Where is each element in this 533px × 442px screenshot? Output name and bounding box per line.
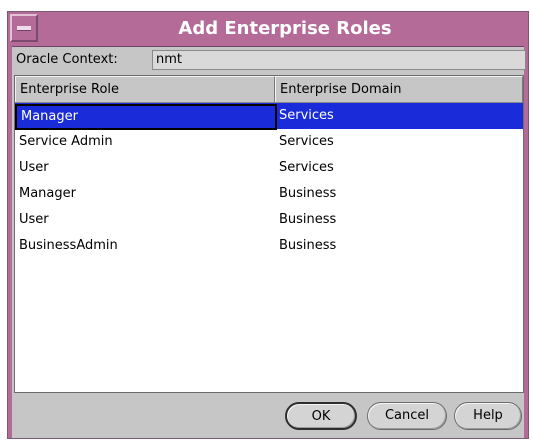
oracle-context-label: Oracle Context: — [16, 52, 118, 67]
oracle-context-row: Oracle Context: nmt — [14, 49, 526, 73]
domain-cell: Business — [279, 238, 337, 253]
table-row[interactable]: Manager Business — [15, 181, 523, 207]
oracle-context-field[interactable]: nmt — [152, 50, 526, 70]
column-header-enterprise-role[interactable]: Enterprise Role — [15, 76, 275, 102]
table-body: Manager Services Service Admin Services … — [15, 103, 523, 259]
title-bar[interactable]: Add Enterprise Roles — [8, 12, 528, 47]
table-row[interactable]: User Services — [15, 155, 523, 181]
enterprise-roles-table: Enterprise Role Enterprise Domain Manage… — [14, 75, 524, 393]
cancel-button[interactable]: Cancel — [367, 402, 447, 430]
help-button[interactable]: Help — [454, 402, 522, 430]
domain-cell: Business — [279, 186, 337, 201]
role-cell: Manager — [19, 186, 76, 201]
table-row[interactable]: BusinessAdmin Business — [15, 233, 523, 259]
column-header-enterprise-domain[interactable]: Enterprise Domain — [275, 76, 523, 102]
window-frame-right[interactable] — [524, 46, 528, 438]
table-row[interactable]: Manager Services — [15, 103, 523, 130]
table-header: Enterprise Role Enterprise Domain — [15, 76, 523, 103]
role-cell: Manager — [15, 104, 277, 130]
dialog-title: Add Enterprise Roles — [178, 18, 392, 39]
table-row[interactable]: Service Admin Services — [15, 129, 523, 155]
table-row[interactable]: User Business — [15, 207, 523, 233]
role-cell: User — [19, 212, 49, 227]
domain-cell: Business — [279, 212, 337, 227]
add-enterprise-roles-dialog: Add Enterprise Roles Oracle Context: nmt… — [7, 11, 529, 439]
domain-cell: Services — [279, 108, 334, 123]
domain-cell: Services — [279, 160, 334, 175]
window-menu-bar — [17, 26, 31, 31]
role-cell: BusinessAdmin — [19, 238, 118, 253]
window-frame-left[interactable] — [8, 46, 12, 438]
ok-button[interactable]: OK — [285, 402, 357, 430]
role-cell: Service Admin — [19, 134, 113, 149]
window-menu-icon[interactable] — [10, 14, 38, 42]
domain-cell: Services — [279, 134, 334, 149]
button-bar: OK Cancel Help — [14, 396, 524, 436]
role-cell: User — [19, 160, 49, 175]
